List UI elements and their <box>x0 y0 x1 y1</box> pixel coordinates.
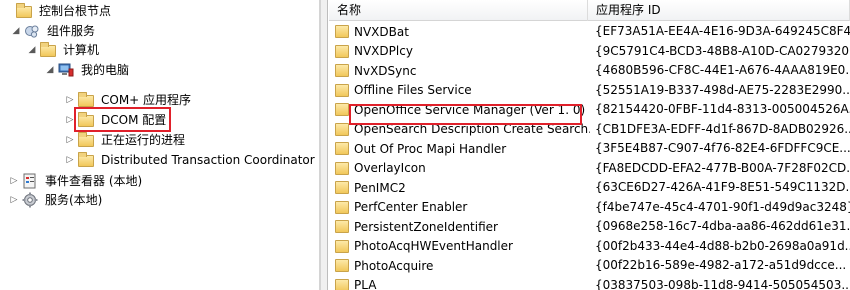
tree-item-component-services[interactable]: ◢ 组件服务 <box>10 21 97 40</box>
folder-icon <box>78 91 94 107</box>
dcom-app-icon <box>335 181 349 194</box>
row-name: NVXDPlcy <box>354 44 413 58</box>
computer-icon <box>58 62 74 78</box>
list-row[interactable]: PhotoAcquire {00f22b16-589e-4982-a172-a5… <box>329 256 850 276</box>
highlight-box-dcom <box>74 107 171 132</box>
row-app-id: {4680B596-CF8C-44E1-A676-4AAA819E0... <box>595 63 850 77</box>
row-app-id: {FA8EDCDD-EFA2-477B-B00A-7F28F02CD... <box>595 160 850 175</box>
collapse-arrow-icon[interactable]: ◢ <box>26 44 38 56</box>
folder-icon <box>78 131 94 147</box>
row-name: PenIMC2 <box>354 180 406 195</box>
row-name: PhotoAcquire <box>354 258 434 273</box>
list-row[interactable]: NvXDSync {4680B596-CF8C-44E1-A676-4AAA81… <box>329 61 850 81</box>
details-list-pane: 名称 应用程序 ID NVXDBat {EF73A51A-EE4A-4E16-9… <box>329 0 850 290</box>
dcom-app-icon <box>335 64 349 77</box>
tree-item-console-root[interactable]: 控制台根节点 <box>2 1 113 20</box>
dcom-app-icon <box>335 239 349 253</box>
dcom-app-icon <box>335 44 349 58</box>
tree-item-label: 服务(本地) <box>45 192 103 207</box>
tree-item-label: 控制台根节点 <box>39 3 112 18</box>
expand-arrow-icon[interactable]: ▷ <box>64 94 76 106</box>
dcom-app-icon <box>335 220 349 233</box>
column-header-name[interactable]: 名称 <box>329 0 588 21</box>
row-app-id: {52551A19-B337-498d-AE75-2283E2990... <box>595 82 850 97</box>
tree-item-running-processes[interactable]: ▷ 正在运行的进程 <box>64 130 187 149</box>
list-row[interactable]: Offline Files Service {52551A19-B337-498… <box>329 81 850 101</box>
row-name: NvXDSync <box>354 63 417 78</box>
event-viewer-icon <box>22 173 38 189</box>
row-name: NVXDBat <box>354 24 409 39</box>
collapse-arrow-icon[interactable]: ◢ <box>10 25 22 37</box>
gear-services-icon <box>22 192 38 208</box>
dcom-app-icon <box>335 161 349 175</box>
dcom-app-icon <box>335 259 349 272</box>
tree-item-label: 正在运行的进程 <box>101 132 186 147</box>
row-name: OverlayIcon <box>354 161 426 175</box>
list-row[interactable]: NVXDPlcy {9C5791C4-BCD3-48B8-A10D-CA0279… <box>329 42 850 62</box>
component-services-icon <box>24 23 40 39</box>
list-row[interactable]: Out Of Proc Mapi Handler {3F5E4B87-C907-… <box>329 139 850 159</box>
folder-icon <box>16 2 32 18</box>
tree-item-my-computer[interactable]: ◢ 我的电脑 <box>44 60 131 79</box>
expand-arrow-icon[interactable]: ▷ <box>64 154 76 166</box>
tree-item-label: Distributed Transaction Coordinator <box>101 152 315 167</box>
row-app-id: {03837503-098b-11d8-9414-505054503... <box>595 277 850 290</box>
tree-item-computers[interactable]: ◢ 计算机 <box>26 40 101 59</box>
dcom-app-icon <box>335 103 349 116</box>
tree-item-label: 计算机 <box>63 42 100 57</box>
list-header: 名称 应用程序 ID <box>329 0 850 21</box>
list-rows: NVXDBat {EF73A51A-EE4A-4E16-9D3A-649245C… <box>329 22 850 290</box>
row-app-id: {EF73A51A-EE4A-4E16-9D3A-649245C8F4... <box>595 24 850 38</box>
highlight-box-openoffice <box>349 104 582 125</box>
dcom-app-icon <box>335 122 349 136</box>
folder-icon <box>78 151 94 167</box>
tree-item-label: 我的电脑 <box>81 62 130 77</box>
tree-item-label: 事件查看器 (本地) <box>45 173 143 188</box>
expand-arrow-icon[interactable]: ▷ <box>8 194 20 206</box>
pane-splitter[interactable] <box>320 0 328 290</box>
list-row[interactable]: PersistentZoneIdentifier {0968e258-16c7-… <box>329 217 850 237</box>
row-name: Out Of Proc Mapi Handler <box>354 141 507 156</box>
console-tree-pane: 控制台根节点 ◢ 组件服务 ◢ 计算机 ◢ 我的电脑 ▷ COM+ 应用程序 ▷… <box>0 0 320 290</box>
column-header-app-id[interactable]: 应用程序 ID <box>588 0 850 21</box>
tree-item-event-viewer[interactable]: ▷ 事件查看器 (本地) <box>8 171 144 190</box>
list-row[interactable]: PLA {03837503-098b-11d8-9414-505054503..… <box>329 276 850 290</box>
list-row[interactable]: PenIMC2 {63CE6D27-426A-41F9-8E51-549C113… <box>329 178 850 198</box>
list-row[interactable]: NVXDBat {EF73A51A-EE4A-4E16-9D3A-649245C… <box>329 22 850 42</box>
dcom-app-icon <box>335 142 349 155</box>
tree-item-dtc[interactable]: ▷ Distributed Transaction Coordinator <box>64 150 317 169</box>
list-row[interactable]: PerfCenter Enabler {f4be747e-45c4-4701-9… <box>329 198 850 218</box>
dcom-app-icon <box>335 200 349 214</box>
row-name: PLA <box>354 278 377 290</box>
row-app-id: {82154420-0FBF-11d4-8313-005004526A... <box>595 102 850 116</box>
row-app-id: {00f2b433-44e4-4d88-b2b0-2698a0a91d... <box>595 238 850 253</box>
list-row[interactable]: PhotoAcqHWEventHandler {00f2b433-44e4-4d… <box>329 237 850 257</box>
dcom-app-icon <box>335 25 349 38</box>
folder-icon <box>40 41 56 57</box>
row-name: Offline Files Service <box>354 83 472 97</box>
row-name: PhotoAcqHWEventHandler <box>354 239 513 253</box>
row-app-id: {0968e258-16c7-4dba-aa86-462dd61e31... <box>595 219 850 233</box>
expander <box>2 5 14 17</box>
row-app-id: {CB1DFE3A-EDFF-4d1f-867D-8ADB02926... <box>595 121 850 136</box>
row-app-id: {3F5E4B87-C907-4f76-82E4-6FDFFC9CE... <box>595 141 850 155</box>
row-name: PersistentZoneIdentifier <box>354 219 498 234</box>
row-app-id: {f4be747e-45c4-4701-90f1-d49d9ac3248} <box>595 199 850 214</box>
dcom-app-icon <box>335 83 349 97</box>
list-row[interactable]: OverlayIcon {FA8EDCDD-EFA2-477B-B00A-7F2… <box>329 159 850 179</box>
dcom-app-icon <box>335 278 349 290</box>
tree-item-services-local[interactable]: ▷ 服务(本地) <box>8 190 104 209</box>
row-app-id: {63CE6D27-426A-41F9-8E51-549C1132D... <box>595 180 850 194</box>
row-app-id: {9C5791C4-BCD3-48B8-A10D-CA0279320... <box>595 43 850 58</box>
tree-item-label: 组件服务 <box>47 23 96 38</box>
tree-item-label: COM+ 应用程序 <box>101 92 192 107</box>
row-app-id: {00f22b16-589e-4982-a172-a51d9dcce... <box>595 258 847 272</box>
collapse-arrow-icon[interactable]: ◢ <box>44 64 56 76</box>
expand-arrow-icon[interactable]: ▷ <box>8 175 20 187</box>
row-name: PerfCenter Enabler <box>354 200 468 214</box>
expand-arrow-icon[interactable]: ▷ <box>64 134 76 146</box>
